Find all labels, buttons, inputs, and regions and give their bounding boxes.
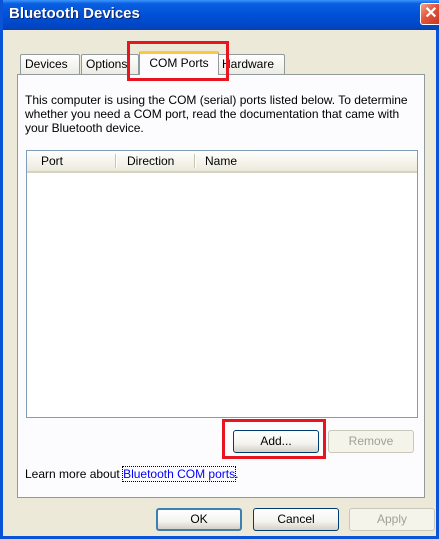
close-icon: ✕ bbox=[424, 5, 438, 22]
window-title: Bluetooth Devices bbox=[9, 5, 140, 22]
cancel-button[interactable]: Cancel bbox=[253, 508, 339, 531]
learn-more-text: Learn more about Bluetooth COM ports. bbox=[25, 466, 239, 482]
title-bar[interactable]: Bluetooth Devices ✕ bbox=[3, 0, 439, 30]
remove-button[interactable]: Remove bbox=[328, 430, 414, 453]
add-button[interactable]: Add... bbox=[233, 430, 319, 453]
description-text: This computer is using the COM (serial) … bbox=[25, 93, 408, 135]
list-header: Port Direction Name bbox=[27, 151, 417, 173]
column-header-port[interactable]: Port bbox=[27, 151, 107, 171]
tab-label: Devices bbox=[25, 57, 68, 71]
bluetooth-com-ports-link[interactable]: Bluetooth COM ports bbox=[122, 466, 237, 482]
tab-label: Hardware bbox=[222, 57, 275, 71]
tab-devices[interactable]: Devices bbox=[20, 54, 80, 74]
tab-com-ports[interactable]: COM Ports bbox=[139, 51, 219, 75]
apply-button[interactable]: Apply bbox=[349, 508, 435, 531]
tab-hardware[interactable]: Hardware bbox=[217, 54, 285, 74]
column-header-direction[interactable]: Direction bbox=[117, 151, 197, 171]
column-separator[interactable] bbox=[194, 154, 195, 168]
tab-options[interactable]: Options bbox=[81, 54, 139, 74]
learn-more-suffix: . bbox=[235, 467, 239, 481]
learn-more-prefix: Learn more about bbox=[25, 467, 124, 481]
ok-button[interactable]: OK bbox=[156, 508, 242, 531]
tab-label: Options bbox=[86, 57, 128, 71]
tab-label: COM Ports bbox=[149, 56, 209, 70]
column-separator[interactable] bbox=[115, 154, 116, 168]
bluetooth-devices-dialog: Bluetooth Devices ✕ Devices Options Hard… bbox=[0, 0, 439, 539]
com-ports-list[interactable]: Port Direction Name bbox=[26, 150, 418, 418]
column-header-name[interactable]: Name bbox=[197, 151, 397, 171]
close-button[interactable]: ✕ bbox=[420, 3, 439, 25]
